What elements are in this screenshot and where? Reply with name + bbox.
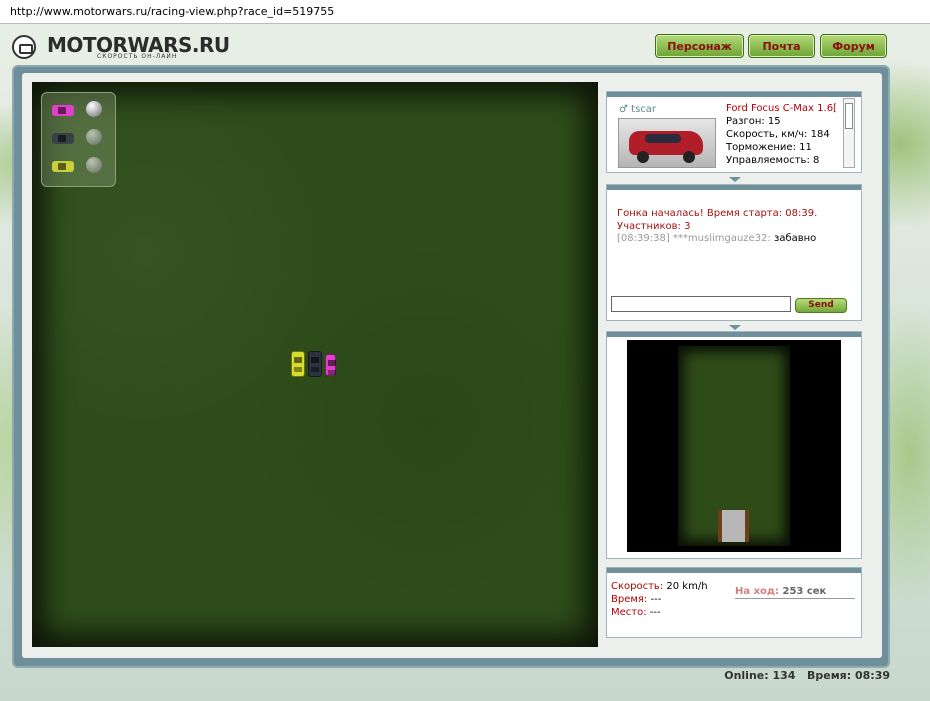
- spec-acceleration: Разгон: 15: [726, 116, 781, 127]
- car-name: Ford Focus C-Max 1.6[: [726, 103, 837, 114]
- collapse-arrow-icon[interactable]: [729, 177, 741, 182]
- speed-label: Скорость:: [611, 581, 664, 592]
- chat-time: [08:39:38]: [617, 233, 670, 244]
- chat-message: [08:39:38] ***muslimgauze32: забавно: [617, 233, 816, 244]
- turn-value: 253 сек: [782, 586, 827, 597]
- chat-text: забавно: [774, 233, 817, 244]
- race-stats-panel: Скорость: 20 km/h Время: --- Место: --- …: [606, 567, 862, 638]
- spec-handling: Управляемость: 8: [726, 155, 820, 166]
- logo-car-icon: [12, 35, 36, 59]
- online-label: Online:: [724, 669, 769, 682]
- legend-row: [52, 100, 108, 120]
- track-minimap: [627, 340, 841, 552]
- wheel: [637, 151, 649, 163]
- panel-header-bar: [607, 185, 861, 190]
- nav-button-mail[interactable]: Почта: [748, 34, 815, 58]
- time-label: Время:: [611, 594, 648, 605]
- online-count: 134: [772, 669, 796, 682]
- footer-status: Online: 134 Время: 08:39: [724, 669, 890, 682]
- dark-car-icon: [308, 351, 322, 377]
- logo-tagline: СКОРОСТЬ ОН-ЛАЙН: [97, 53, 178, 60]
- server-time: 08:39: [854, 669, 890, 682]
- minimap-panel: [606, 331, 862, 559]
- car-info-panel: ♂ tscar Ford Focus C-Max 1.6[ Разгон: 15…: [606, 91, 862, 173]
- spec-braking: Торможение: 11: [726, 142, 812, 153]
- race-start-message: Гонка началась! Время старта: 08:39.: [617, 208, 818, 219]
- car-photo: [618, 118, 716, 168]
- nav-button-forum[interactable]: Форум: [820, 34, 887, 58]
- start-line: [718, 510, 749, 542]
- spec-speed: Скорость, км/ч: 184: [726, 129, 830, 140]
- place-stat: Место: ---: [611, 606, 661, 619]
- yellow-car-icon: [291, 351, 305, 377]
- collapse-arrow-icon[interactable]: [729, 325, 741, 330]
- panel-header-bar: [607, 92, 861, 97]
- wheel: [683, 151, 695, 163]
- scrollbar-thumb[interactable]: [845, 103, 853, 129]
- panel-header-bar: [607, 568, 861, 573]
- car-icon: [52, 133, 74, 144]
- car-window: [645, 134, 681, 143]
- time-stat: Время: ---: [611, 593, 661, 606]
- car-icon: [52, 161, 74, 172]
- address-bar[interactable]: http://www.motorwars.ru/racing-view.php?…: [0, 0, 930, 24]
- status-light-icon: [86, 129, 102, 145]
- user-name-link[interactable]: ♂ tscar: [619, 104, 656, 115]
- send-button[interactable]: Send: [795, 298, 847, 313]
- site-logo[interactable]: MOTORWARS.RU СКОРОСТЬ ОН-ЛАЙН: [12, 33, 230, 63]
- pink-car-icon: [325, 354, 336, 376]
- time-value: ---: [650, 594, 662, 605]
- user-name: tscar: [631, 104, 657, 115]
- chat-author[interactable]: ***muslimgauze32:: [673, 233, 771, 244]
- speed-stat: Скорость: 20 km/h: [611, 580, 708, 593]
- place-label: Место:: [611, 607, 647, 618]
- status-light-icon: [86, 157, 102, 173]
- chat-system-messages: Гонка началась! Время старта: 08:39. Уча…: [617, 207, 817, 233]
- legend-row: [52, 156, 108, 176]
- speed-value: 20 km/h: [666, 581, 708, 592]
- chat-panel: Гонка началась! Время старта: 08:39. Уча…: [606, 184, 862, 321]
- panel-header-bar: [607, 332, 861, 337]
- car-icon: [52, 105, 74, 116]
- specs-scrollbar[interactable]: [843, 98, 855, 168]
- nav-button-character[interactable]: Персонаж: [655, 34, 744, 58]
- chat-input[interactable]: [611, 296, 791, 312]
- server-time-label: Время:: [806, 669, 852, 682]
- car-specs: Ford Focus C-Max 1.6[ Разгон: 15 Скорост…: [726, 102, 837, 167]
- status-light-icon: [86, 101, 102, 117]
- racers-legend: [41, 92, 116, 187]
- participants-message: Участников: 3: [617, 221, 691, 232]
- turn-timer: На ход: 253 сек: [735, 585, 855, 599]
- place-value: ---: [649, 607, 661, 618]
- legend-row: [52, 128, 108, 148]
- url-text[interactable]: http://www.motorwars.ru/racing-view.php?…: [10, 5, 334, 18]
- turn-label: На ход:: [735, 586, 779, 597]
